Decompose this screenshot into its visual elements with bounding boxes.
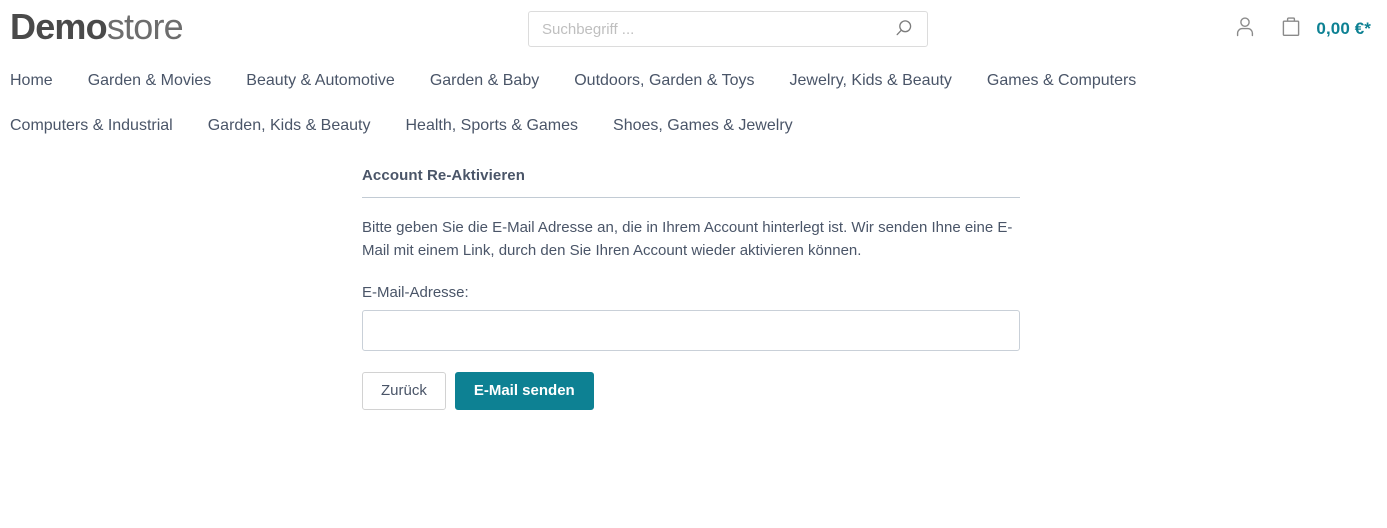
site-logo[interactable]: Demostore — [10, 5, 184, 49]
nav-item-home[interactable]: Home — [10, 58, 53, 103]
nav-item-shoes-games-jewelry[interactable]: Shoes, Games & Jewelry — [613, 103, 793, 148]
nav-row-primary: Home Garden & Movies Beauty & Automotive… — [0, 58, 1387, 103]
search-input[interactable] — [529, 12, 881, 46]
cart-button[interactable] — [1268, 10, 1314, 48]
nav-item-garden-movies[interactable]: Garden & Movies — [88, 58, 212, 103]
page-description: Bitte geben Sie die E-Mail Adresse an, d… — [362, 219, 1013, 259]
nav-item-computers-industrial[interactable]: Computers & Industrial — [10, 103, 173, 148]
search-icon — [894, 18, 914, 41]
nav-row-secondary: Computers & Industrial Garden, Kids & Be… — [0, 103, 1387, 148]
nav-item-jewelry-kids-beauty[interactable]: Jewelry, Kids & Beauty — [789, 58, 951, 103]
search-button[interactable] — [881, 12, 927, 46]
send-email-button[interactable]: E-Mail senden — [454, 372, 594, 410]
site-header: Demostore Suchbegriff ... 0,00 €* — [0, 0, 1387, 58]
user-icon — [1233, 14, 1257, 44]
page-title: Account Re-Aktivieren — [362, 167, 1020, 198]
main-navigation: Home Garden & Movies Beauty & Automotive… — [0, 58, 1387, 148]
nav-item-health-sports-games[interactable]: Health, Sports & Games — [406, 103, 579, 148]
account-button[interactable] — [1222, 10, 1268, 48]
email-input[interactable] — [362, 310, 1020, 351]
nav-item-beauty-automotive[interactable]: Beauty & Automotive — [246, 58, 395, 103]
back-button[interactable]: Zurück — [362, 372, 446, 410]
shopping-bag-icon — [1279, 14, 1303, 44]
logo-text-light: store — [106, 6, 184, 47]
search-box[interactable] — [528, 11, 928, 47]
account-reactivate-panel: Account Re-Aktivieren Bitte geben Sie di… — [362, 167, 1020, 410]
header-actions: 0,00 €* — [1222, 10, 1371, 48]
nav-item-garden-baby[interactable]: Garden & Baby — [430, 58, 539, 103]
form-actions: Zurück E-Mail senden — [362, 372, 1020, 410]
cart-amount[interactable]: 0,00 €* — [1316, 19, 1371, 39]
nav-item-garden-kids-beauty[interactable]: Garden, Kids & Beauty — [208, 103, 371, 148]
nav-item-outdoors-garden-toys[interactable]: Outdoors, Garden & Toys — [574, 58, 754, 103]
nav-item-games-computers[interactable]: Games & Computers — [987, 58, 1136, 103]
email-field-label: E-Mail-Adresse: — [362, 284, 469, 301]
logo-text-strong: Demo — [10, 6, 108, 47]
